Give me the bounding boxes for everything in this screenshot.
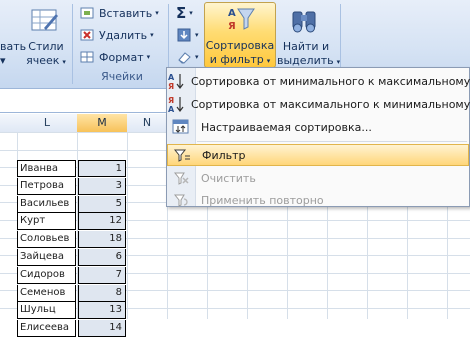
svg-text:A: A bbox=[228, 8, 236, 19]
clear-button[interactable]: ▾ bbox=[176, 48, 199, 66]
menu-item-clear[interactable]: Очистить bbox=[167, 167, 469, 189]
cells-group-label: Ячейки bbox=[101, 70, 143, 83]
name-cell[interactable]: Соловьев bbox=[17, 231, 76, 248]
format-cells-icon bbox=[80, 51, 94, 63]
menu-item-sort-descending[interactable]: Я А Сортировка от максимального к минима… bbox=[167, 93, 470, 115]
value-cell[interactable]: 8 bbox=[78, 285, 126, 302]
value-cell[interactable]: 3 bbox=[78, 178, 126, 195]
value-cell[interactable]: 13 bbox=[78, 302, 126, 319]
format-button[interactable]: Формат ▾ bbox=[80, 48, 150, 66]
value-cell[interactable]: 18 bbox=[78, 231, 126, 248]
value-cell[interactable]: 1 bbox=[78, 160, 126, 177]
group-separator bbox=[72, 4, 73, 84]
insert-button[interactable]: Вставить ▾ bbox=[80, 4, 159, 22]
binoculars-icon[interactable] bbox=[290, 6, 320, 36]
menu-item-sort-ascending[interactable]: А Я Сортировка от минимального к максима… bbox=[167, 70, 470, 92]
sort-filter-label-line2: и фильтр bbox=[209, 53, 264, 66]
filter-icon bbox=[168, 144, 196, 166]
clear-filter-icon bbox=[167, 167, 195, 189]
value-cell[interactable]: 7 bbox=[78, 267, 126, 284]
menu-item-filter[interactable]: Фильтр bbox=[167, 144, 469, 166]
svg-text:Я: Я bbox=[168, 96, 174, 105]
insert-label: Вставить bbox=[99, 6, 153, 20]
column-header-partial[interactable] bbox=[0, 114, 18, 133]
column-header-l[interactable]: L bbox=[17, 114, 78, 133]
value-cell[interactable]: 14 bbox=[78, 320, 126, 337]
format-label: Формат bbox=[99, 50, 144, 64]
menu-separator bbox=[197, 141, 467, 142]
name-cell[interactable]: Иванва bbox=[17, 160, 76, 177]
find-and-select-button[interactable]: Найти и выделить ▾ bbox=[277, 40, 340, 69]
cell-styles-icon[interactable] bbox=[30, 6, 60, 34]
name-cell[interactable]: Зайцева bbox=[17, 249, 76, 266]
custom-sort-icon bbox=[167, 116, 195, 138]
sort-ascending-icon: А Я bbox=[167, 70, 185, 92]
svg-text:Я: Я bbox=[228, 21, 236, 32]
cell-styles-button[interactable]: Стили ячеек ▾ bbox=[24, 40, 68, 69]
delete-cells-icon bbox=[80, 29, 94, 41]
name-cell[interactable]: Петрова bbox=[17, 178, 76, 195]
value-cell[interactable]: 6 bbox=[78, 249, 126, 266]
autosum-button[interactable]: Σ ▾ bbox=[176, 4, 193, 22]
sort-and-filter-button[interactable]: A Я Сортировка и фильтр ▾ bbox=[204, 2, 276, 68]
sort-descending-icon: Я А bbox=[167, 93, 185, 115]
name-cell[interactable]: Васильев bbox=[17, 196, 76, 213]
reapply-filter-icon bbox=[167, 189, 195, 211]
menu-item-custom-sort[interactable]: Настраиваемая сортировка... bbox=[167, 116, 469, 138]
column-header-n[interactable]: N bbox=[127, 114, 168, 133]
name-cell[interactable]: Елисеева bbox=[17, 320, 76, 337]
value-cell[interactable]: 5 bbox=[78, 196, 126, 213]
svg-text:Я: Я bbox=[168, 82, 174, 90]
column-header-m[interactable]: M bbox=[77, 114, 128, 133]
value-cell[interactable]: 12 bbox=[78, 213, 126, 230]
fill-down-icon bbox=[177, 28, 191, 42]
sort-filter-icon: A Я bbox=[228, 8, 255, 32]
sort-filter-label-line1: Сортировка bbox=[205, 39, 275, 52]
menu-item-reapply[interactable]: Применить повторно bbox=[167, 189, 469, 211]
svg-text:А: А bbox=[168, 73, 175, 82]
delete-button[interactable]: Удалить ▾ bbox=[80, 26, 154, 44]
delete-label: Удалить bbox=[99, 28, 148, 42]
name-cell[interactable]: Шульц bbox=[17, 302, 76, 319]
name-cell[interactable]: Курт bbox=[17, 213, 76, 230]
sort-filter-menu: А Я Сортировка от минимального к максима… bbox=[166, 67, 470, 207]
name-cell[interactable]: Сидоров bbox=[17, 267, 76, 284]
name-cell[interactable]: Семенов bbox=[17, 285, 76, 302]
eraser-icon bbox=[178, 52, 191, 64]
format-as-table-label-fragment[interactable]: вать ▾ bbox=[0, 40, 26, 68]
svg-text:А: А bbox=[168, 105, 175, 113]
fill-button[interactable]: ▾ bbox=[176, 26, 199, 44]
autosum-icon: Σ bbox=[176, 4, 187, 22]
insert-cells-icon bbox=[80, 7, 94, 19]
